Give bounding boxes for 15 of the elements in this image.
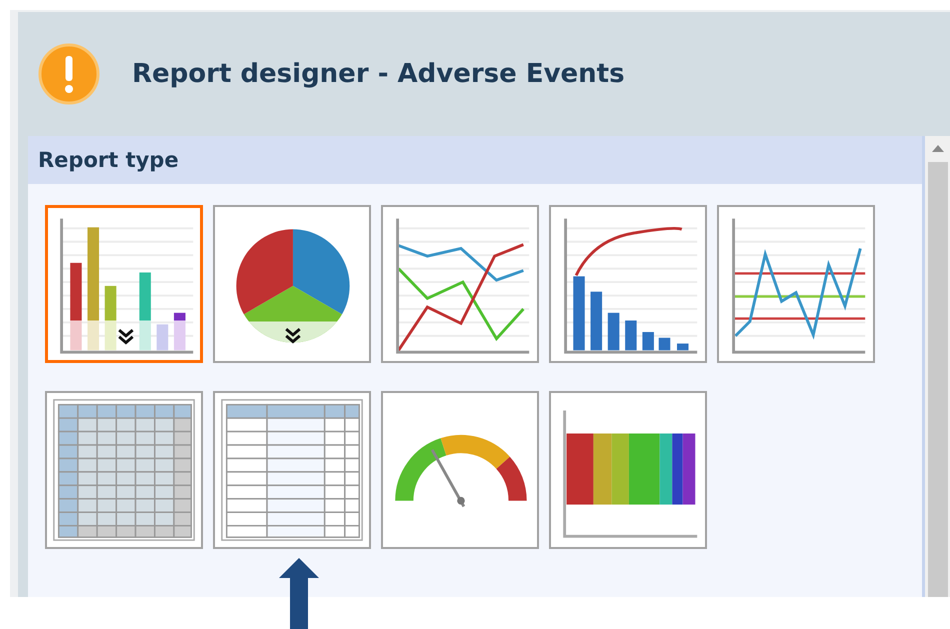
report-type-option[interactable] xyxy=(381,391,539,549)
scrollbar[interactable] xyxy=(925,136,950,597)
report-type-option[interactable] xyxy=(45,205,203,363)
pointer-arrow xyxy=(279,558,319,629)
scroll-thumb[interactable] xyxy=(928,162,948,597)
window-title: Report designer - Adverse Events xyxy=(132,59,625,89)
scroll-up-icon[interactable] xyxy=(932,144,944,152)
report-type-option[interactable] xyxy=(213,205,371,363)
report-type-option[interactable] xyxy=(549,205,707,363)
report-type-option[interactable] xyxy=(381,205,539,363)
warning-icon xyxy=(38,43,100,105)
table-grid-icon xyxy=(51,397,197,543)
report-type-option[interactable] xyxy=(549,391,707,549)
section-title: Report type xyxy=(38,148,179,172)
table-icon xyxy=(219,397,365,543)
